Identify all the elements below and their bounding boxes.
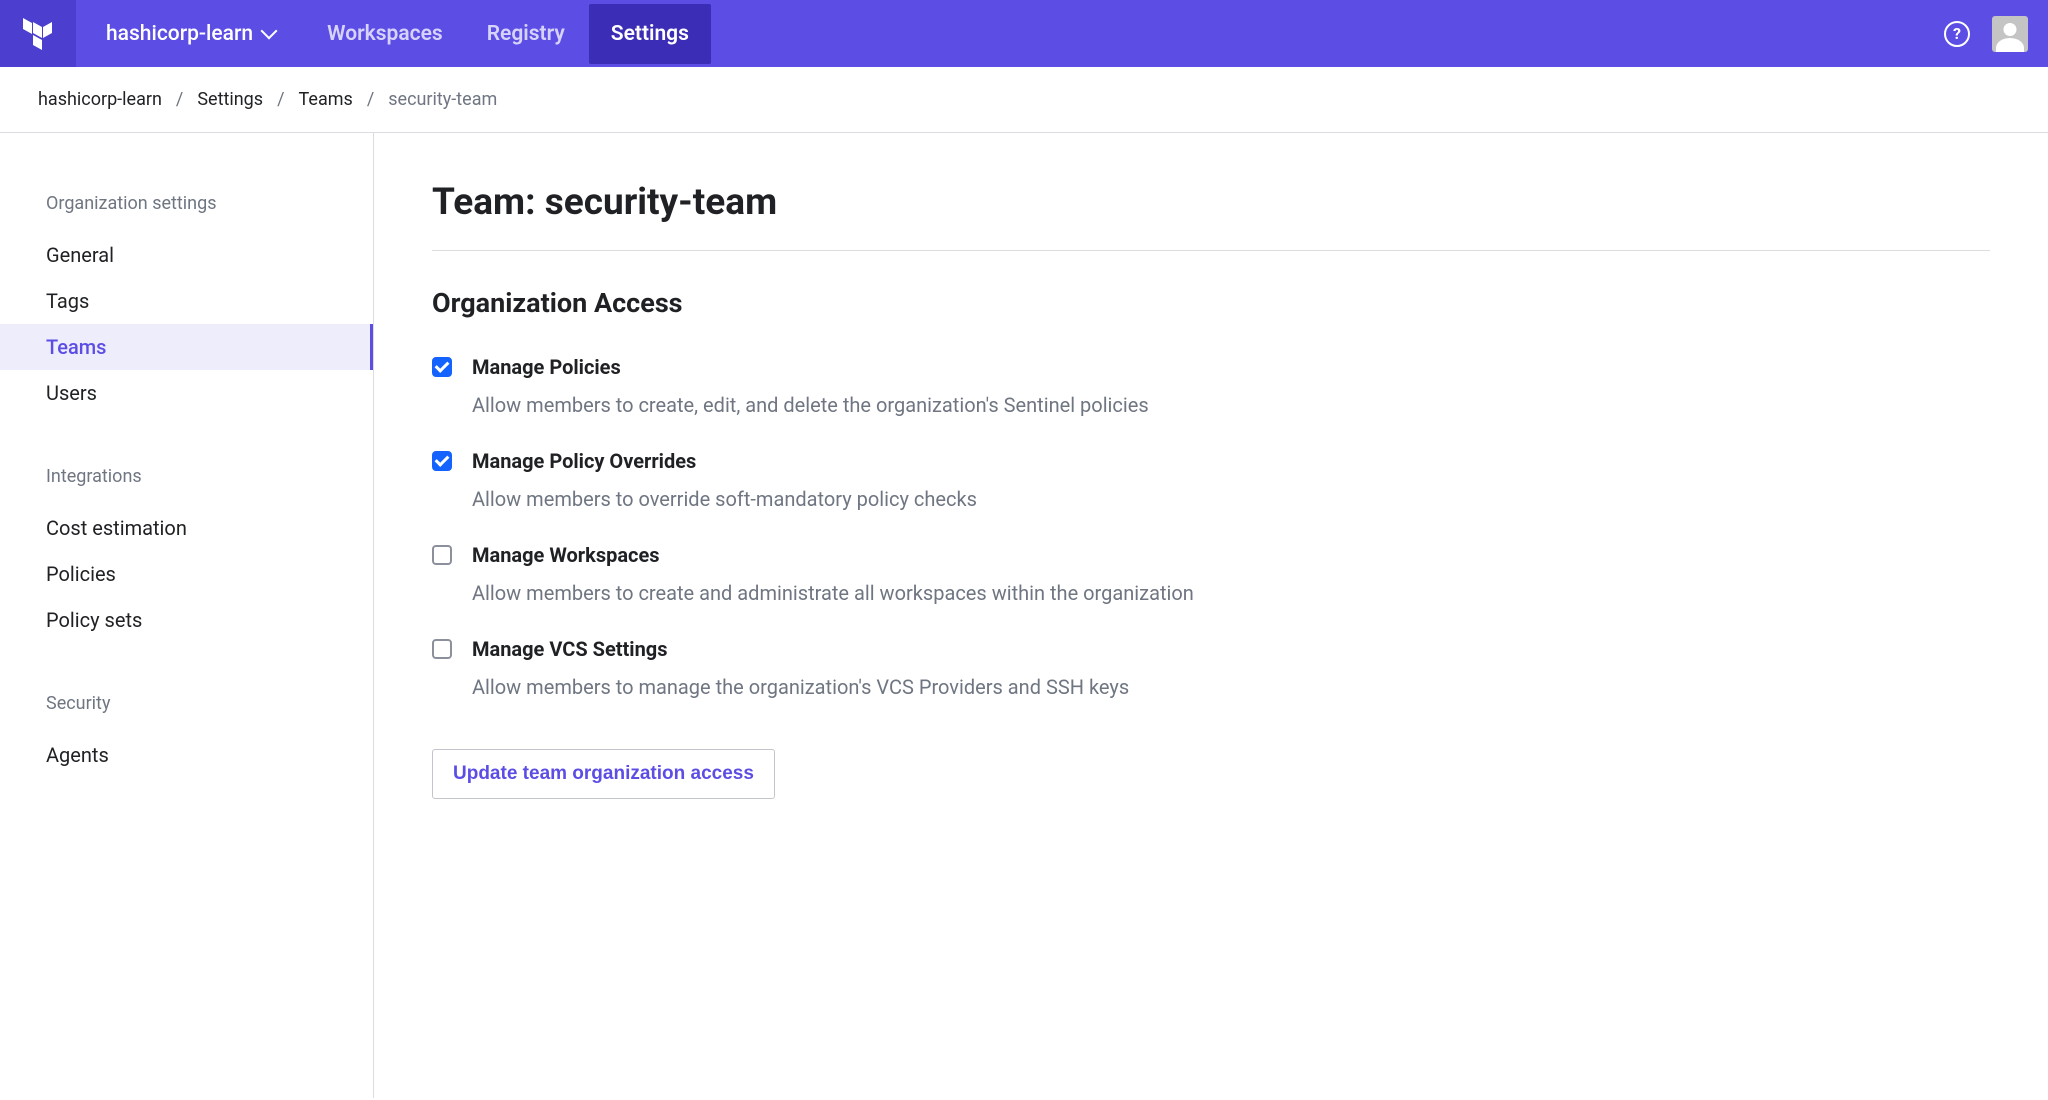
sidebar-item-users[interactable]: Users (0, 370, 373, 416)
nav-workspaces[interactable]: Workspaces (305, 4, 465, 64)
topbar-right: ? (1944, 16, 2048, 52)
org-name: hashicorp-learn (106, 22, 253, 46)
permission-content: Manage Workspaces Allow members to creat… (472, 543, 1990, 605)
sidebar-section-integrations: Integrations Cost estimation Policies Po… (0, 458, 373, 643)
nav-settings[interactable]: Settings (589, 4, 711, 64)
breadcrumb-sep: / (277, 89, 284, 110)
permission-content: Manage Policy Overrides Allow members to… (472, 449, 1990, 511)
page-title: Team: security-team (432, 181, 1990, 251)
terraform-icon (23, 18, 53, 50)
permission-desc: Allow members to override soft-mandatory… (472, 487, 1990, 511)
content: Organization settings General Tags Teams… (0, 133, 2048, 1098)
checkbox-manage-workspaces[interactable] (432, 545, 452, 565)
sidebar-section-title: Organization settings (0, 185, 373, 232)
sidebar-item-agents[interactable]: Agents (0, 732, 373, 778)
breadcrumb-settings[interactable]: Settings (197, 89, 263, 110)
sidebar-item-policy-sets[interactable]: Policy sets (0, 597, 373, 643)
help-icon[interactable]: ? (1944, 21, 1970, 47)
sidebar-item-tags[interactable]: Tags (0, 278, 373, 324)
permission-desc: Allow members to create and administrate… (472, 581, 1990, 605)
update-button[interactable]: Update team organization access (432, 749, 775, 799)
org-selector[interactable]: hashicorp-learn (76, 22, 305, 46)
breadcrumb-org[interactable]: hashicorp-learn (38, 89, 162, 110)
checkbox-manage-policies[interactable] (432, 357, 452, 377)
permission-content: Manage VCS Settings Allow members to man… (472, 637, 1990, 699)
breadcrumb-current: security-team (388, 89, 497, 110)
permission-title: Manage Workspaces (472, 543, 1990, 567)
permission-title: Manage Policy Overrides (472, 449, 1990, 473)
sidebar-item-general[interactable]: General (0, 232, 373, 278)
sidebar-item-teams[interactable]: Teams (0, 324, 373, 370)
main: Team: security-team Organization Access … (374, 133, 2048, 1098)
topbar: hashicorp-learn Workspaces Registry Sett… (0, 0, 2048, 67)
terraform-logo[interactable] (0, 0, 76, 67)
permission-title: Manage Policies (472, 355, 1990, 379)
breadcrumb-sep: / (176, 89, 183, 110)
checkbox-manage-vcs-settings[interactable] (432, 639, 452, 659)
sidebar: Organization settings General Tags Teams… (0, 133, 374, 1098)
chevron-down-icon (261, 23, 278, 40)
permission-manage-workspaces: Manage Workspaces Allow members to creat… (432, 543, 1990, 605)
permission-manage-policy-overrides: Manage Policy Overrides Allow members to… (432, 449, 1990, 511)
permission-content: Manage Policies Allow members to create,… (472, 355, 1990, 417)
avatar[interactable] (1992, 16, 2028, 52)
sidebar-section-title: Integrations (0, 458, 373, 505)
checkbox-manage-policy-overrides[interactable] (432, 451, 452, 471)
section-title: Organization Access (432, 287, 1990, 319)
permission-desc: Allow members to manage the organization… (472, 675, 1990, 699)
sidebar-item-cost-estimation[interactable]: Cost estimation (0, 505, 373, 551)
permission-title: Manage VCS Settings (472, 637, 1990, 661)
permission-manage-policies: Manage Policies Allow members to create,… (432, 355, 1990, 417)
breadcrumb: hashicorp-learn / Settings / Teams / sec… (0, 67, 2048, 133)
permission-manage-vcs-settings: Manage VCS Settings Allow members to man… (432, 637, 1990, 699)
sidebar-item-policies[interactable]: Policies (0, 551, 373, 597)
permission-desc: Allow members to create, edit, and delet… (472, 393, 1990, 417)
nav: Workspaces Registry Settings (305, 4, 713, 64)
nav-registry[interactable]: Registry (465, 4, 587, 64)
breadcrumb-sep: / (367, 89, 374, 110)
sidebar-section-title: Security (0, 685, 373, 732)
sidebar-section-org: Organization settings General Tags Teams… (0, 185, 373, 416)
breadcrumb-teams[interactable]: Teams (299, 89, 353, 110)
sidebar-section-security: Security Agents (0, 685, 373, 778)
